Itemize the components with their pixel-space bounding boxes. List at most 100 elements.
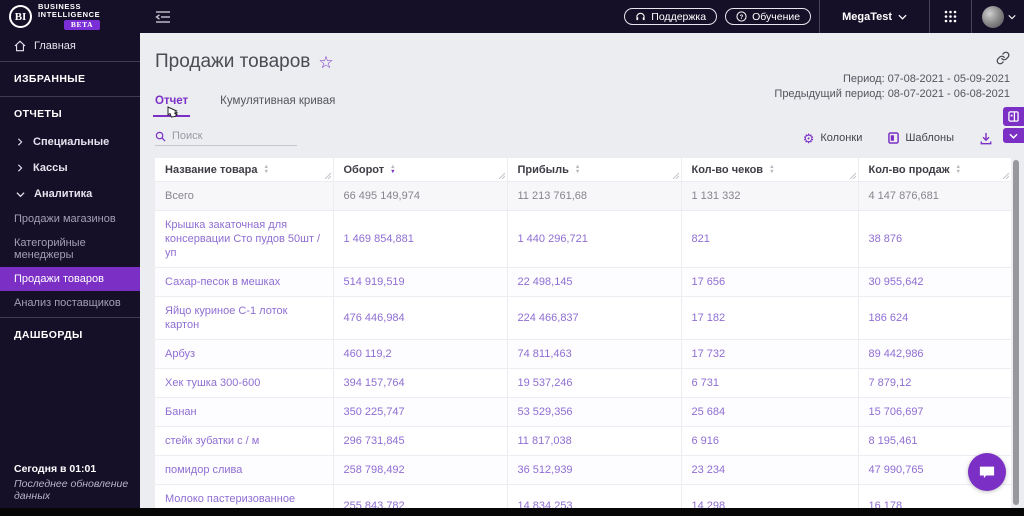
sidebar-group-cash-registers[interactable]: Кассы <box>0 155 140 181</box>
sidebar-item-label: Кассы <box>33 162 68 174</box>
cell-value: 17 732 <box>681 339 859 369</box>
vertical-scrollbar[interactable] <box>1013 160 1019 505</box>
share-link-icon[interactable] <box>996 51 1010 70</box>
cell-value: 394 157,764 <box>333 368 508 398</box>
sidebar-item-home[interactable]: Главная <box>0 33 140 59</box>
search-input[interactable] <box>172 130 282 142</box>
sidebar-collapse-button[interactable] <box>155 10 171 24</box>
column-resize-handle[interactable] <box>323 171 331 179</box>
chevron-down-icon <box>1009 133 1018 139</box>
column-header[interactable]: Название товара ▲ ▼ <box>155 158 334 182</box>
cell-product-name[interactable]: Банан <box>155 397 334 427</box>
user-avatar <box>982 5 1004 28</box>
cell-value: 74 811,463 <box>507 339 682 369</box>
sort-icon: ▲ ▼ <box>390 164 396 176</box>
tab-report[interactable]: Отчет <box>152 95 191 117</box>
sidebar-item-supplier-analysis[interactable]: Анализ поставщиков <box>0 291 140 315</box>
columns-button[interactable]: ⚙ Колонки <box>803 132 863 145</box>
report-panel-button[interactable] <box>1003 107 1024 126</box>
cell-value: 19 537,246 <box>507 368 682 398</box>
products-table: Название товара ▲ ▼ Оборот ▲ ▼ Прибыль ▲ ▼ Кол-во… <box>155 158 1012 516</box>
support-button[interactable]: Поддержка <box>624 8 718 25</box>
cell-value: 476 446,984 <box>333 296 508 340</box>
table-row: стейк зубатки с / м 296 731,845 11 817,038… <box>155 426 1012 456</box>
apps-grid-button[interactable] <box>930 0 971 33</box>
cell-value: 17 656 <box>681 267 859 297</box>
chat-bubble-icon <box>979 466 995 479</box>
column-resize-handle[interactable] <box>848 171 856 179</box>
cell-product-name[interactable]: Сахар-песок в мешках <box>155 267 334 297</box>
page-title: Продажи товаров <box>155 51 311 72</box>
column-header[interactable]: Прибыль ▲ ▼ <box>507 158 682 182</box>
cell-value: 460 119,2 <box>333 339 508 369</box>
table-row: Хек тушка 300-600 394 157,764 19 537,246 6 … <box>155 368 1012 398</box>
search-box <box>155 130 297 146</box>
column-resize-handle[interactable] <box>671 171 679 179</box>
export-button[interactable] <box>980 132 992 145</box>
cell-value: 36 512,939 <box>507 455 682 485</box>
question-circle-icon: ? <box>736 11 747 22</box>
sidebar-item-store-sales[interactable]: Продажи магазинов <box>0 207 140 231</box>
sort-icon: ▲ ▼ <box>263 164 269 176</box>
column-header[interactable]: Кол-во чеков ▲ ▼ <box>681 158 859 182</box>
cell-value: 4 147 876,681 <box>858 181 1012 211</box>
chevron-down-icon <box>898 14 907 20</box>
workspace-selector[interactable]: MegaTest <box>820 0 929 33</box>
column-label: Оборот <box>343 164 385 176</box>
column-resize-handle[interactable] <box>1001 171 1009 179</box>
sidebar-group-analytics[interactable]: Аналитика <box>0 181 140 207</box>
cell-product-name[interactable]: Хек тушка 300-600 <box>155 368 334 398</box>
cell-value: 30 955,642 <box>858 267 1012 297</box>
sidebar-divider <box>0 96 140 97</box>
sidebar-section-favorites: ИЗБРАННЫЕ <box>14 73 86 85</box>
cell-value: 23 234 <box>681 455 859 485</box>
tab-cumulative-curve[interactable]: Кумулятивная кривая <box>220 95 335 117</box>
table-row: Банан 350 225,747 53 529,356 25 684 15 706,6… <box>155 397 1012 427</box>
sidebar-item-category-managers[interactable]: Категорийные менеджеры <box>0 231 140 267</box>
search-icon <box>155 131 166 142</box>
top-bar: BI BUSINESS INTELLIGENCE BETA Поддержка <box>0 0 1024 33</box>
cell-product-name[interactable]: Яйцо куриное С-1 лоток картон <box>155 296 334 340</box>
cell-product-name[interactable]: стейк зубатки с / м <box>155 426 334 456</box>
cell-value: 821 <box>681 210 859 268</box>
cell-product-name[interactable]: помидор слива <box>155 455 334 485</box>
column-header[interactable]: Оборот ▲ ▼ <box>333 158 508 182</box>
sidebar-divider <box>0 61 140 62</box>
cell-value: 6 916 <box>681 426 859 456</box>
panel-icon <box>1008 111 1019 122</box>
sidebar-footer: Сегодня в 01:01 Последнее обновление дан… <box>14 463 134 502</box>
sort-icon: ▲ ▼ <box>574 164 581 176</box>
sidebar-item-label: Главная <box>34 40 76 52</box>
templates-button[interactable]: Шаблоны <box>888 132 954 144</box>
columns-label: Колонки <box>820 132 863 144</box>
cell-value: 7 879,12 <box>858 368 1012 398</box>
sidebar-item-label: Аналитика <box>34 188 93 200</box>
cell-product-name: Всего <box>155 181 334 211</box>
table-row: Крышка закаточная для консервации Сто пу… <box>155 210 1012 268</box>
favorite-star-icon[interactable]: ☆ <box>318 54 333 71</box>
period-current: Период: 07-08-2021 - 05-09-2021 <box>842 73 1010 85</box>
collapse-panel-button[interactable] <box>1003 128 1024 143</box>
cell-value: 66 495 149,974 <box>333 181 508 211</box>
column-label: Кол-во продаж <box>868 164 950 176</box>
cell-product-name[interactable]: Арбуз <box>155 339 334 369</box>
column-label: Прибыль <box>517 164 569 176</box>
cell-value: 1 131 332 <box>681 181 859 211</box>
column-header[interactable]: Кол-во продаж ▲ ▼ <box>858 158 1012 182</box>
cell-product-name[interactable]: Крышка закаточная для консервации Сто пу… <box>155 210 334 268</box>
table-row: Арбуз 460 119,2 74 811,463 17 732 89 442,986 <box>155 339 1012 369</box>
apps-grid-icon <box>944 10 957 23</box>
support-label: Поддержка <box>651 10 707 23</box>
user-menu[interactable] <box>972 0 1024 33</box>
training-button[interactable]: ? Обучение <box>725 8 812 25</box>
chat-fab-button[interactable] <box>968 453 1006 491</box>
side-quick-buttons <box>1003 107 1024 143</box>
cell-value: 1 440 296,721 <box>507 210 682 268</box>
cell-value: 15 706,697 <box>858 397 1012 427</box>
brand-line2: INTELLIGENCE <box>38 9 101 19</box>
column-label: Название товара <box>165 164 258 176</box>
chevron-down-icon <box>1008 14 1016 19</box>
sidebar-item-product-sales[interactable]: Продажи товаров <box>0 267 140 291</box>
sidebar-group-special[interactable]: Специальные <box>0 129 140 155</box>
column-resize-handle[interactable] <box>497 171 505 179</box>
